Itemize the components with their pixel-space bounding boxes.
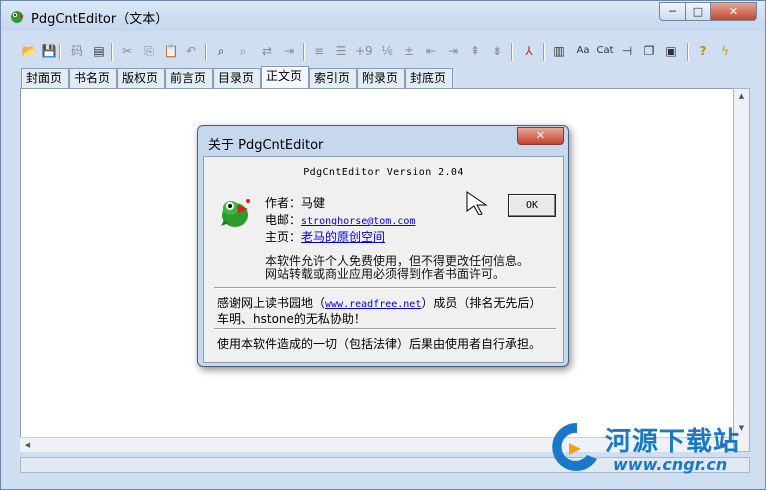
find-next-icon[interactable]: ⌕	[235, 43, 251, 59]
toolbar: 📂 💾 码 ▤ ✂ ⎘ 📋 ↶ ⌕ ⌕ ⇄ ⇥ ≡ ☰ +9 ⅙ ± ⇤ ⇥ ⇞ ⇟ ⅄ ▥ Aa Cat ⊣ ❐ ▣? ϟ	[7, 39, 759, 65]
author-label: 作者：	[265, 196, 302, 210]
dialog-close-button[interactable]: ✕	[517, 127, 564, 145]
author-name: 马健	[301, 196, 326, 210]
indent-icon[interactable]: ⇤	[423, 43, 439, 59]
tab-9[interactable]: 封底页	[405, 68, 453, 88]
divider	[214, 287, 556, 289]
toolbar-separator	[303, 43, 305, 61]
cat-icon[interactable]: Cat	[595, 43, 615, 59]
pin-icon[interactable]: ⊣	[619, 43, 635, 59]
divider	[214, 328, 556, 330]
thanks-suffix: ）成员（排名无先后）	[421, 296, 542, 310]
homepage-row: 主页：老马的原创空间	[265, 228, 385, 245]
watermark-logo-icon	[552, 422, 597, 471]
import-icon[interactable]: ▤	[91, 43, 107, 59]
tab-3[interactable]: 版权页	[117, 68, 165, 88]
about-dialog: 关于 PdgCntEditor ✕ PdgCntEditor Version 2…	[197, 125, 569, 367]
toolbar-separator	[59, 43, 61, 61]
columns-icon[interactable]: ▥	[551, 43, 567, 59]
email-row: 电邮：stronghorse@tom.com	[265, 211, 415, 228]
close-button[interactable]: ✕	[710, 2, 757, 21]
replace-icon[interactable]: ⇄	[259, 43, 275, 59]
thanks-line-1: 感谢网上读书园地（www.readfree.net）成员（排名无先后）	[217, 294, 541, 311]
thanks-line-2: 车明、hstone的无私协助！	[217, 312, 366, 326]
tab-6[interactable]: 正文页	[261, 66, 309, 88]
parrot-app-icon	[11, 11, 24, 23]
watermark-url: www.cngr.cn	[613, 455, 728, 474]
font-icon[interactable]: Aa	[573, 43, 593, 59]
minimize-button[interactable]: ─	[659, 2, 686, 21]
author-row: 作者：马健	[265, 194, 325, 211]
homepage-link[interactable]: 老马的原创空间	[301, 230, 385, 244]
tab-5[interactable]: 目录页	[213, 68, 261, 88]
undo-icon[interactable]: ↶	[183, 43, 199, 59]
thanks-prefix: 感谢网上读书园地（	[217, 296, 326, 310]
open-folder-icon[interactable]: 📂	[21, 43, 37, 59]
help-icon[interactable]: ?	[695, 43, 711, 59]
homepage-label: 主页：	[265, 230, 302, 244]
align-left-icon[interactable]: ≡	[311, 43, 327, 59]
add-number-icon[interactable]: +9	[355, 43, 373, 59]
site-watermark: 河源下载站 www.cngr.cn	[547, 415, 761, 481]
toolbar-separator	[543, 43, 545, 61]
toolbar-separator	[111, 43, 113, 61]
lightning-icon[interactable]: ϟ	[717, 43, 733, 59]
outdent-icon[interactable]: ⇥	[445, 43, 461, 59]
scroll-up-icon[interactable]: ▲	[734, 89, 749, 104]
goto-icon[interactable]: ⇥	[281, 43, 297, 59]
version-text: PdgCntEditor Version 2.04	[303, 167, 464, 178]
paste-icon[interactable]: 📋	[163, 43, 179, 59]
dialog-title: 关于 PdgCntEditor	[208, 138, 324, 153]
encoding-icon[interactable]: 码	[69, 43, 85, 59]
watermark-name: 河源下载站	[605, 427, 741, 457]
window-title: PdgCntEditor（文本）	[31, 12, 169, 27]
window-icon[interactable]: ❐	[641, 43, 657, 59]
license-notice-2: 网站转载或商业应用必须得到作者书面许可。	[265, 267, 506, 281]
parrot-logo-icon	[221, 199, 250, 227]
vertical-scrollbar[interactable]: ▲ ▼	[733, 88, 750, 452]
scroll-left-icon[interactable]: ◀	[20, 438, 35, 452]
pdf-icon[interactable]: ⅄	[521, 43, 537, 59]
mouse-cursor-icon	[466, 191, 488, 215]
title-bar[interactable]: PdgCntEditor（文本） ─ □ ✕	[1, 1, 765, 31]
level-down-icon[interactable]: ⇟	[489, 43, 505, 59]
tab-7[interactable]: 索引页	[309, 68, 357, 88]
maximize-button[interactable]: □	[685, 2, 711, 21]
page-number-icon[interactable]: ⅙	[379, 43, 395, 59]
insert-line-icon[interactable]: ±	[401, 43, 417, 59]
save-icon[interactable]: 💾	[41, 43, 57, 59]
tab-1[interactable]: 封面页	[21, 68, 69, 88]
align-list-icon[interactable]: ☰	[333, 43, 349, 59]
dialog-body: PdgCntEditor Version 2.04 作者：马健 电邮：stron…	[203, 156, 564, 363]
level-up-icon[interactable]: ⇞	[467, 43, 483, 59]
toolbar-separator	[205, 43, 207, 61]
email-link[interactable]: stronghorse@tom.com	[301, 216, 415, 227]
tab-2[interactable]: 书名页	[69, 68, 117, 88]
main-window: PdgCntEditor（文本） ─ □ ✕ 📂 💾 码 ▤ ✂ ⎘ 📋 ↶ ⌕ ⌕ ⇄ ⇥ ≡ ☰ +9 ⅙…	[0, 0, 766, 490]
toolbar-separator	[687, 43, 689, 61]
readfree-link[interactable]: www.readfree.net	[325, 299, 421, 310]
email-label: 电邮：	[265, 213, 302, 227]
copy-icon[interactable]: ⎘	[141, 43, 157, 59]
ok-button[interactable]: OK	[508, 194, 556, 217]
toolbar-separator	[511, 43, 513, 61]
tab-4[interactable]: 前言页	[165, 68, 213, 88]
cut-icon[interactable]: ✂	[119, 43, 135, 59]
preview-icon[interactable]: ▣	[663, 43, 679, 59]
tab-8[interactable]: 附录页	[357, 68, 405, 88]
find-icon[interactable]: ⌕	[213, 43, 229, 59]
disclaimer-text: 使用本软件造成的一切（包括法律）后果由使用者自行承担。	[217, 337, 542, 351]
